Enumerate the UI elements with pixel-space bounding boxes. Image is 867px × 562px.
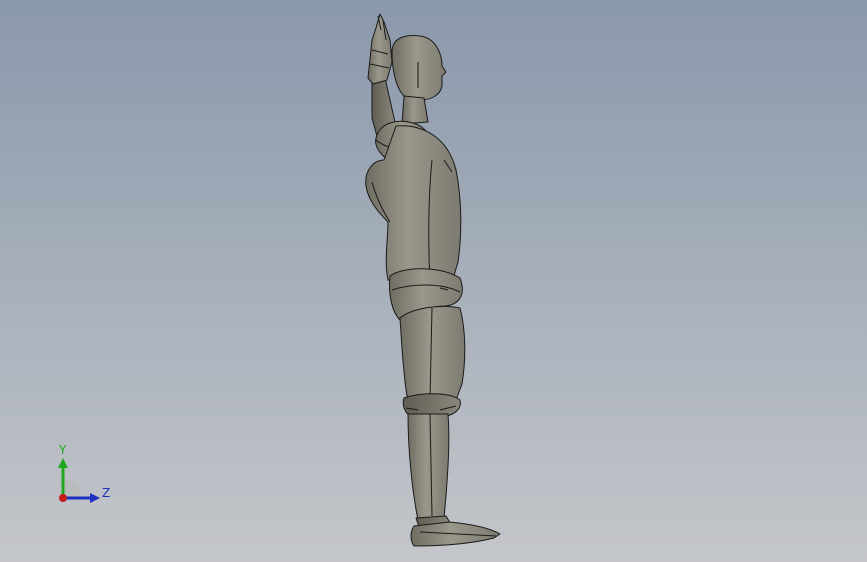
mannequin-thigh — [399, 305, 466, 403]
mannequin-model[interactable] — [0, 0, 867, 562]
mannequin-head — [391, 35, 447, 105]
z-axis-arrow — [90, 493, 100, 503]
mannequin-knee — [402, 393, 461, 417]
mannequin-body — [365, 13, 501, 547]
mannequin-neck — [401, 95, 429, 125]
graphics-viewport[interactable]: Y Z — [0, 0, 867, 562]
x-axis-dot — [59, 494, 67, 502]
mannequin-shin — [407, 413, 450, 521]
y-axis-arrow — [58, 458, 68, 468]
y-axis-label: Y — [58, 443, 67, 457]
z-axis-label: Z — [102, 486, 110, 500]
coordinate-triad: Y Z — [48, 440, 118, 510]
